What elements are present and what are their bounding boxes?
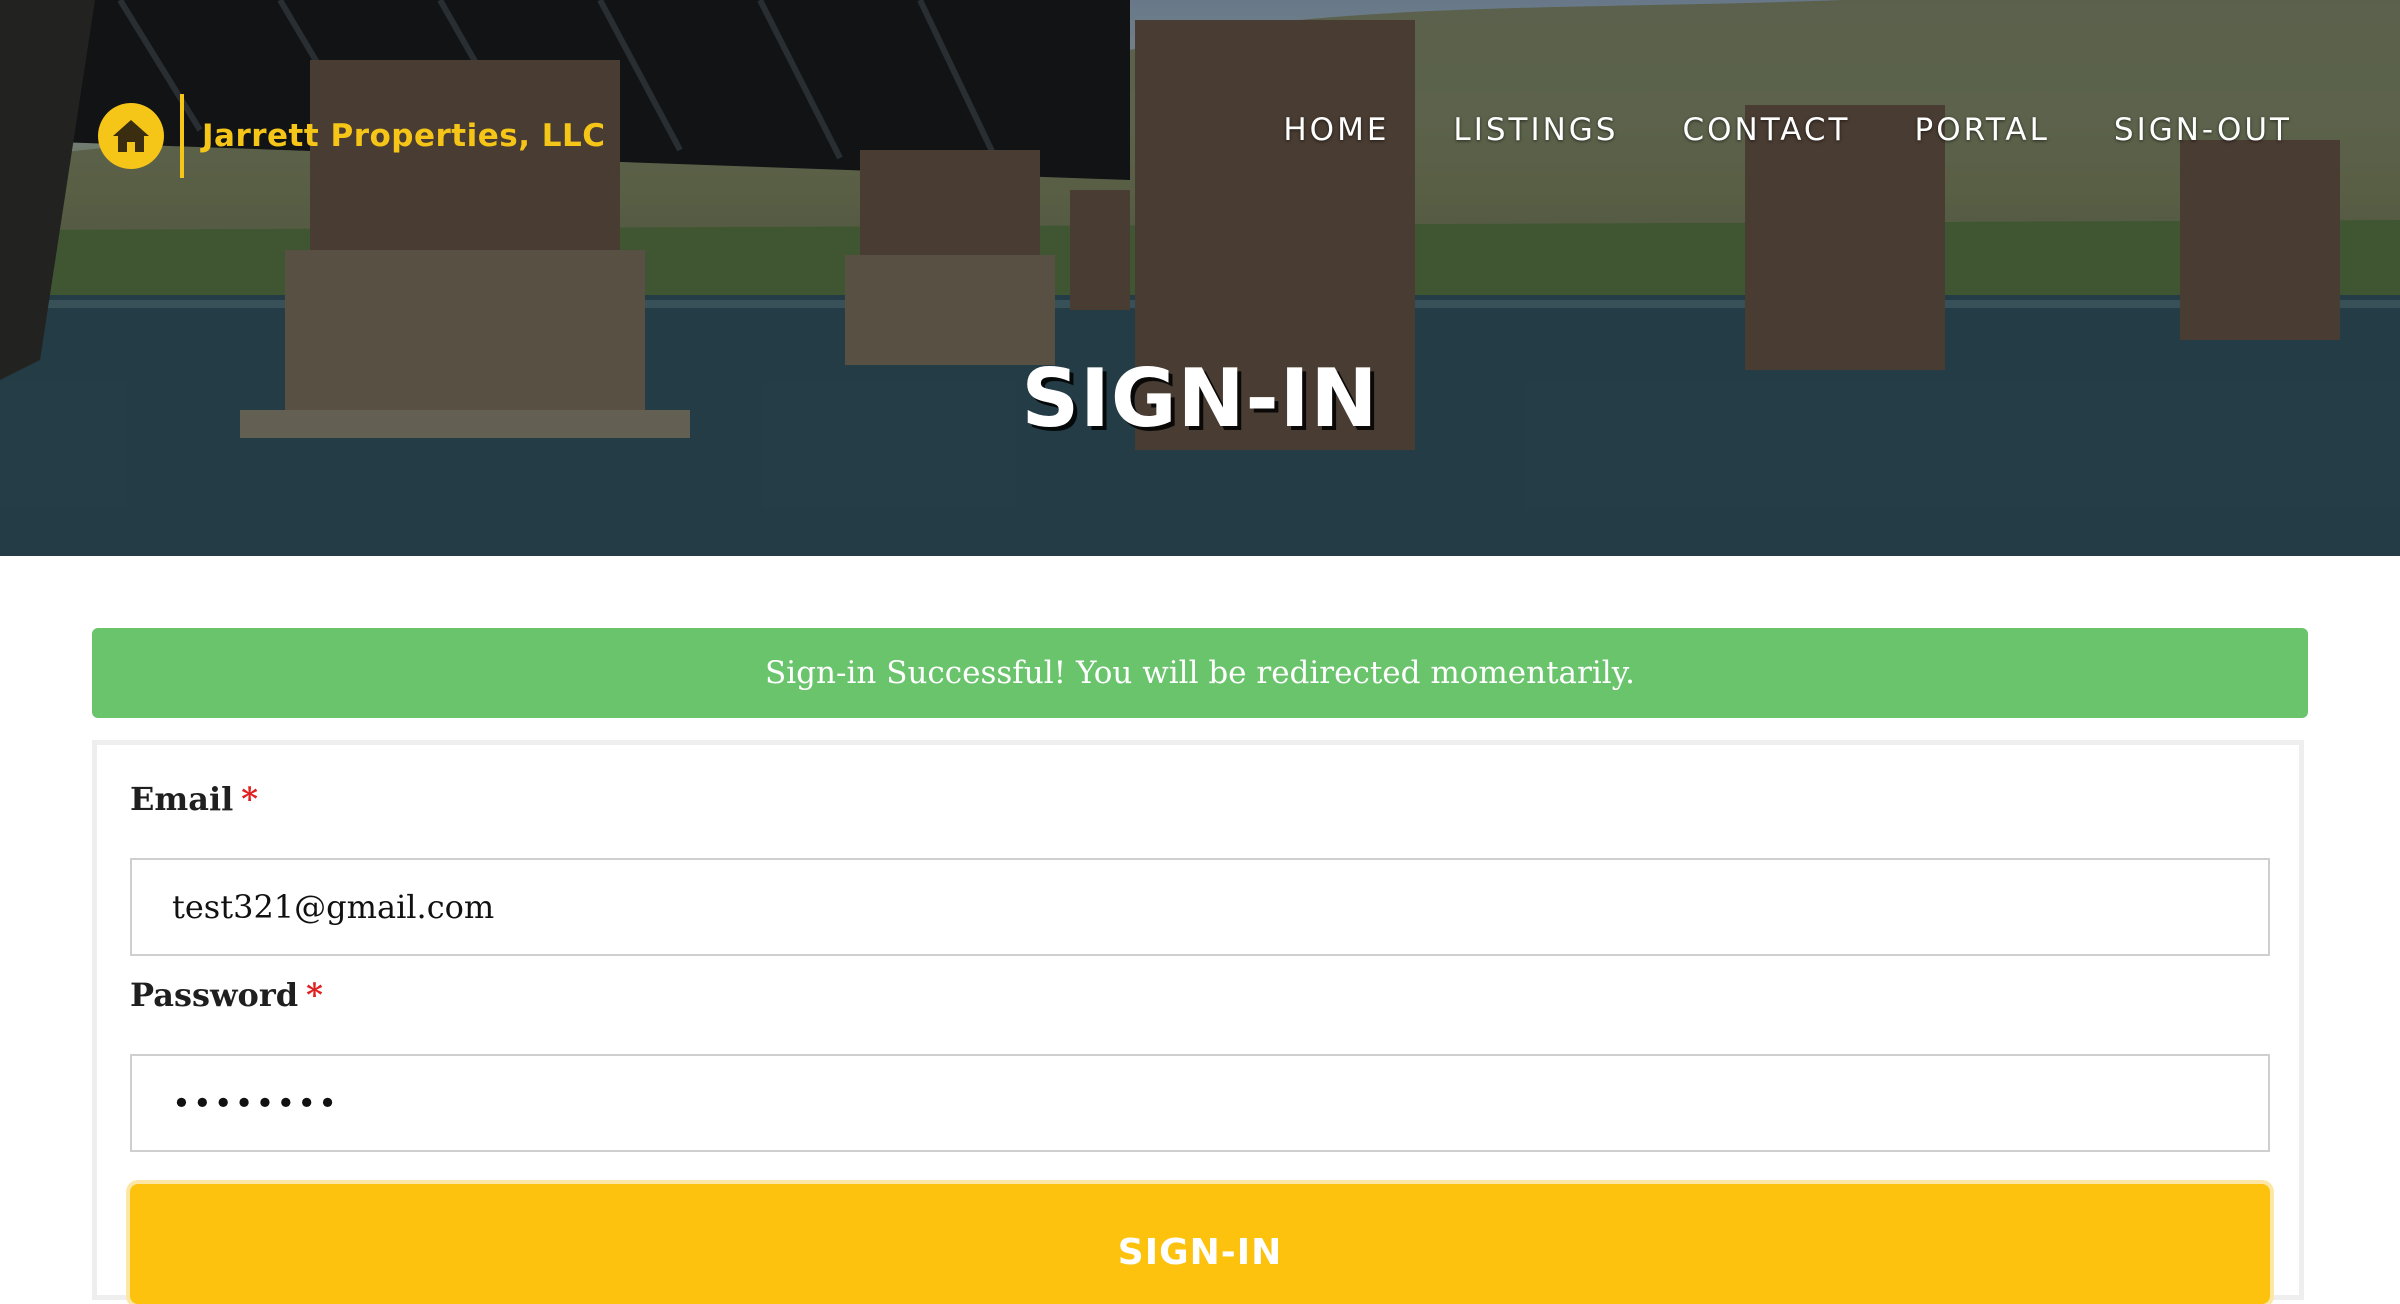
password-field-value: ••••••••	[172, 1084, 339, 1122]
required-marker: *	[241, 780, 259, 818]
nav-listings[interactable]: LISTINGS	[1453, 112, 1618, 148]
main-navigation: HOME LISTINGS CONTACT PORTAL SIGN-OUT	[1283, 112, 2292, 148]
required-marker: *	[306, 976, 323, 1014]
password-label-text: Password	[130, 976, 299, 1014]
email-label-text: Email	[130, 780, 234, 818]
nav-portal[interactable]: PORTAL	[1915, 112, 2050, 148]
email-field-value: test321@gmail.com	[172, 888, 495, 926]
brand-name: Jarrett Properties, LLC	[202, 118, 606, 154]
sign-in-button-label: SIGN-IN	[1117, 1232, 1283, 1273]
home-icon	[98, 103, 164, 169]
hero-banner: Jarrett Properties, LLC HOME LISTINGS CO…	[0, 0, 2400, 556]
email-field[interactable]: test321@gmail.com	[130, 858, 2270, 956]
logo-divider	[180, 94, 184, 178]
page-title: SIGN-IN	[1021, 352, 1379, 445]
nav-home[interactable]: HOME	[1283, 112, 1389, 148]
nav-sign-out[interactable]: SIGN-OUT	[2114, 112, 2292, 148]
hero-overlay	[0, 0, 2400, 556]
brand-logo[interactable]: Jarrett Properties, LLC	[98, 94, 606, 178]
nav-contact[interactable]: CONTACT	[1682, 112, 1850, 148]
password-field[interactable]: ••••••••	[130, 1054, 2270, 1152]
sign-in-button[interactable]: SIGN-IN	[130, 1184, 2270, 1304]
password-label: Password *	[130, 976, 323, 1014]
email-label: Email *	[130, 780, 258, 818]
success-alert-message: Sign-in Successful! You will be redirect…	[765, 655, 1635, 691]
success-alert: Sign-in Successful! You will be redirect…	[92, 628, 2308, 718]
